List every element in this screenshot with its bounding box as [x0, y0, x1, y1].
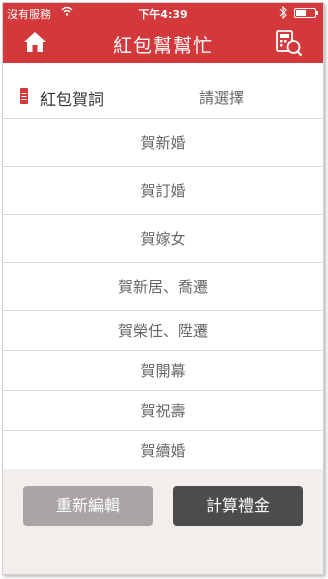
bluetooth-icon	[279, 6, 287, 19]
calculator-search-icon[interactable]	[275, 29, 303, 57]
red-envelope-icon	[20, 88, 28, 104]
greeting-selector-row[interactable]: 紅包賀詞 請選擇	[3, 73, 323, 119]
status-time: 下午4:39	[138, 8, 188, 21]
status-bar: 沒有服務 下午4:39	[3, 3, 323, 23]
battery-icon	[294, 8, 318, 18]
reset-button[interactable]: 重新編輯	[23, 486, 153, 526]
option-birthday[interactable]: 賀祝壽	[3, 391, 323, 431]
greeting-options-list: 賀新婚 賀訂婚 賀嫁女 賀新居、喬遷 賀榮任、陞遷 賀開幕 賀祝壽 賀續婚	[3, 119, 323, 471]
option-new-marriage[interactable]: 賀新婚	[3, 119, 323, 167]
nav-bar: 紅包幫幫忙	[3, 23, 323, 63]
greeting-label: 紅包賀詞	[40, 90, 105, 109]
app-screen: 沒有服務 下午4:39 紅包幫幫忙 紅包賀詞 請選擇 賀新婚 賀訂婚 賀嫁女 賀…	[2, 2, 324, 575]
option-promotion[interactable]: 賀榮任、陞遷	[3, 311, 323, 351]
option-remarriage[interactable]: 賀續婚	[3, 431, 323, 471]
calculate-button[interactable]: 計算禮金	[173, 486, 303, 526]
footer-bar: 重新編輯 計算禮金	[3, 469, 323, 574]
option-opening[interactable]: 賀開幕	[3, 351, 323, 391]
battery-level	[296, 10, 306, 16]
greeting-placeholder[interactable]: 請選擇	[199, 87, 244, 108]
option-daughter-wedding[interactable]: 賀嫁女	[3, 215, 323, 263]
option-new-home[interactable]: 賀新居、喬遷	[3, 263, 323, 311]
option-engagement[interactable]: 賀訂婚	[3, 167, 323, 215]
